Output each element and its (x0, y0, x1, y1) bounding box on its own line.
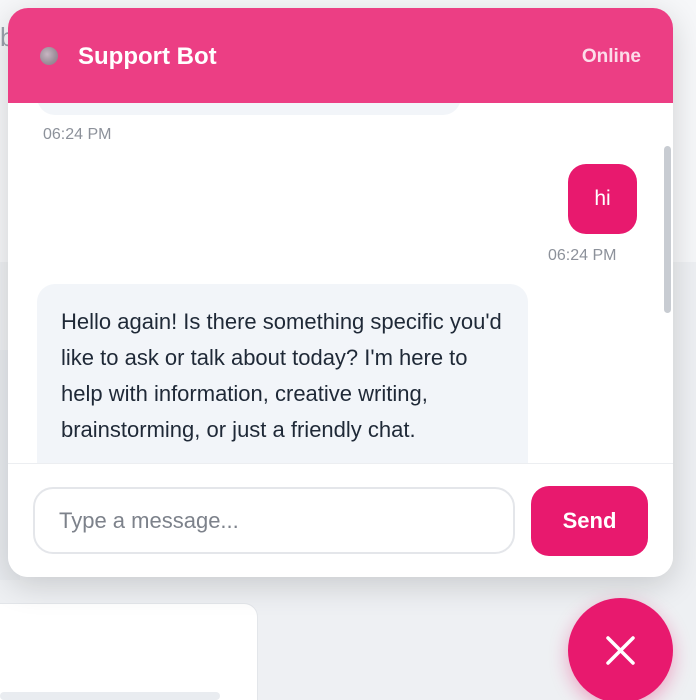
chat-header: Support Bot Online (8, 8, 673, 103)
message-timestamp: 06:24 PM (548, 247, 617, 264)
chat-widget: Support Bot Online 06:24 PM hi 06:24 PM … (8, 8, 673, 577)
composer: Send (8, 463, 673, 577)
close-chat-button[interactable] (568, 598, 673, 700)
bot-message-text: Hello again! Is there something specific… (61, 309, 502, 442)
message-input[interactable] (33, 487, 515, 554)
user-message-bubble: hi (568, 164, 637, 234)
scrollbar-thumb[interactable] (664, 146, 671, 313)
background-card (0, 603, 258, 700)
send-button[interactable]: Send (531, 486, 648, 556)
status-dot-icon (40, 47, 58, 65)
close-icon (606, 636, 635, 665)
message-list[interactable]: 06:24 PM hi 06:24 PM Hello again! Is the… (8, 103, 673, 463)
bot-message-bubble (37, 103, 461, 115)
chat-title: Support Bot (78, 43, 217, 70)
message-timestamp: 06:24 PM (43, 126, 112, 143)
background-card-line (0, 692, 220, 700)
bot-message-bubble: Hello again! Is there something specific… (37, 284, 528, 463)
online-status: Online (581, 46, 641, 67)
